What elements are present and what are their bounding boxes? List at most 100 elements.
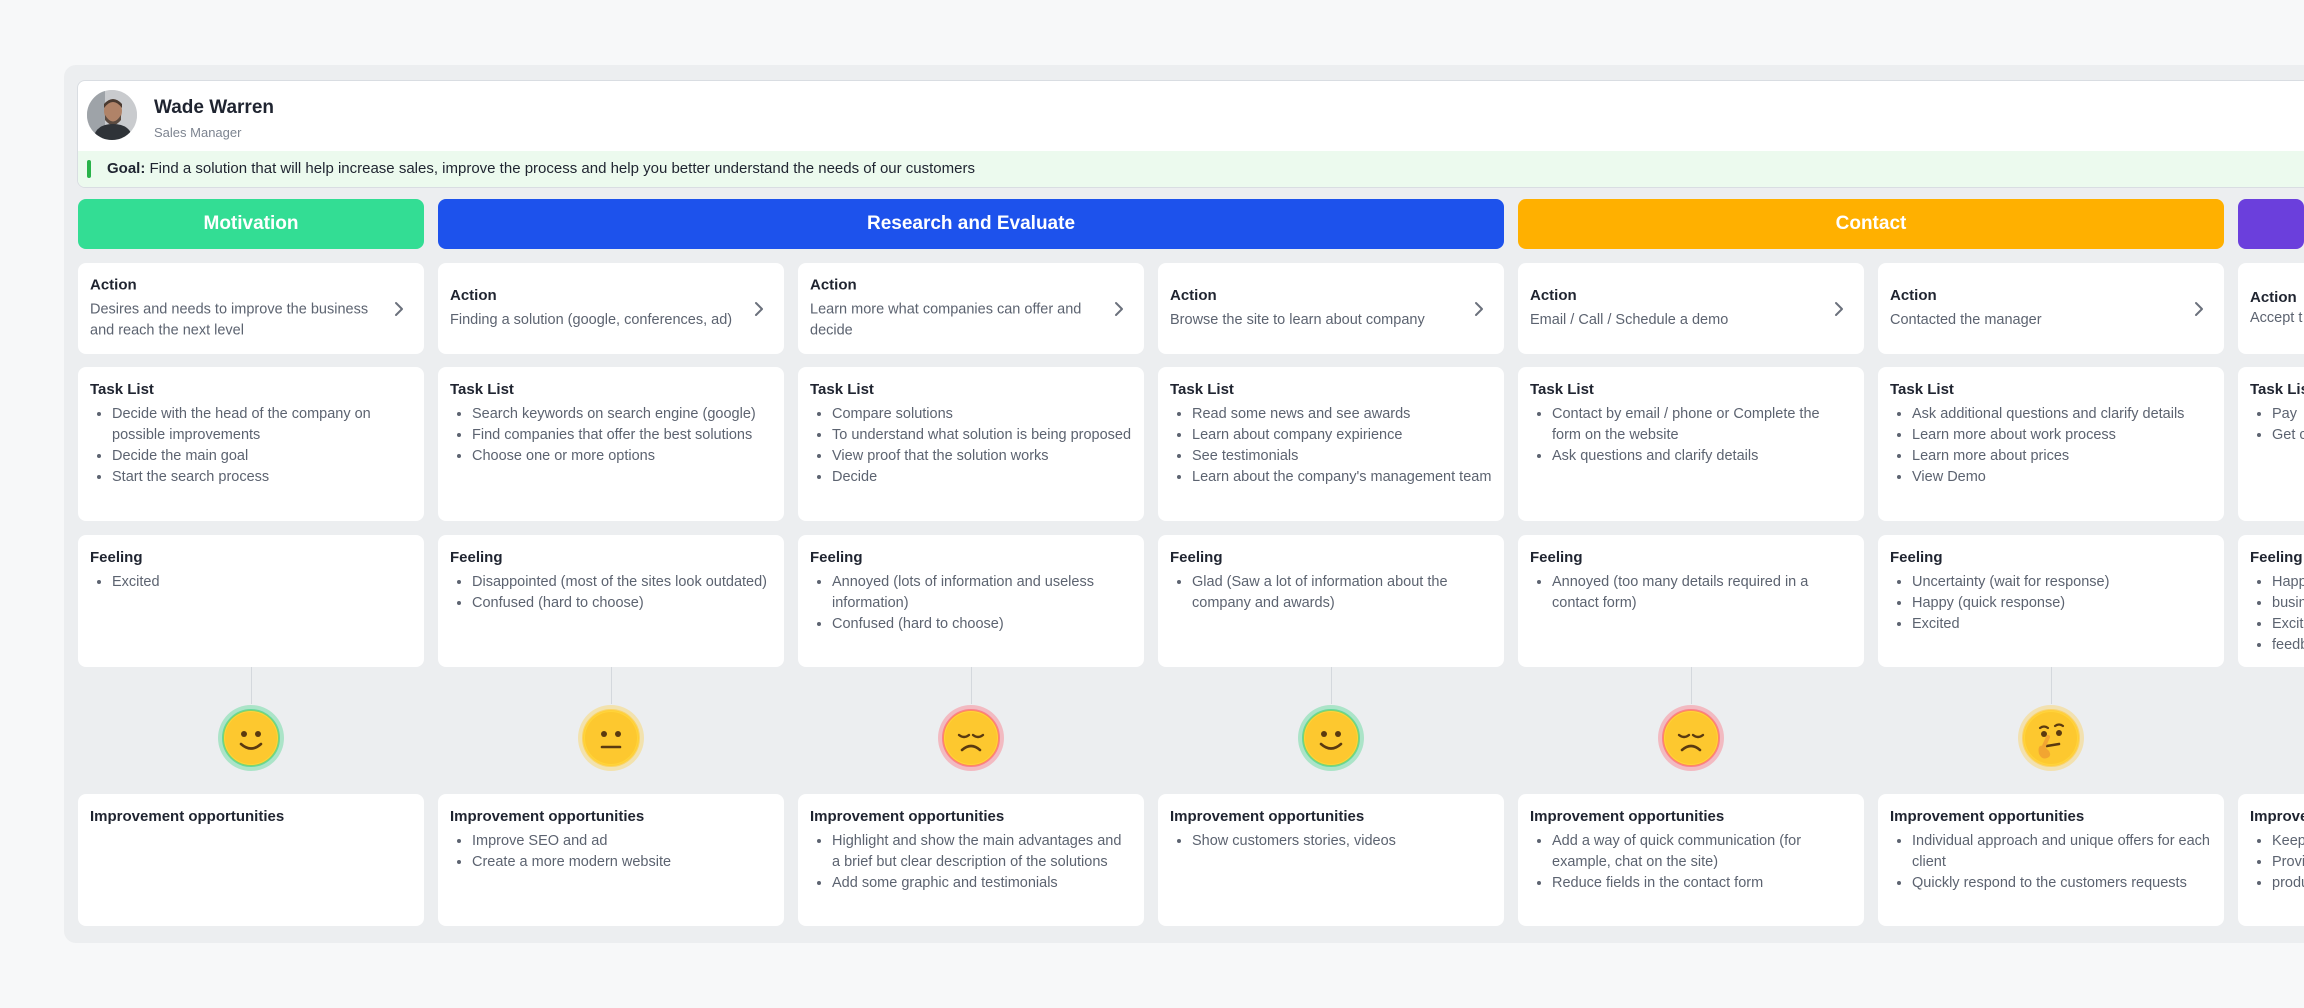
persona-name: Wade Warren — [154, 97, 275, 118]
action-card[interactable]: Action Finding a solution (google, confer… — [438, 263, 784, 354]
list-item: Ask questions and clarify details — [1552, 446, 1852, 467]
neutral-face-icon — [577, 704, 645, 772]
bullet-list: Compare solutionsTo understand what solu… — [810, 404, 1132, 488]
feeling-title: Feeling — [1530, 549, 1583, 566]
goal-text: Goal: Find a solution that will help inc… — [107, 160, 975, 177]
emotion-connector — [1691, 667, 1692, 704]
bullet-list: Decide with the head of the company on p… — [90, 404, 412, 488]
action-card[interactable]: Action Desires and needs to improve the b… — [78, 263, 424, 354]
improvement-card: Improvement opportunities Add a way of qu… — [1518, 794, 1864, 926]
sad-face-icon — [1657, 704, 1725, 772]
chevron-right-icon[interactable] — [390, 300, 408, 318]
list-item: Highlight and show the main advantages a… — [832, 831, 1132, 873]
task-list-title: Task List — [1170, 381, 1234, 398]
goal-description: Find a solution that will help increase … — [149, 160, 975, 177]
action-card[interactable]: Action Accept t — [2238, 263, 2304, 354]
improvement-title: Improve — [2250, 808, 2304, 825]
bullet-list: KeepProviprodu — [2250, 831, 2304, 894]
task-list-title: Task Lis — [2250, 381, 2304, 398]
stage-research-evaluate[interactable]: Research and Evaluate — [438, 199, 1504, 249]
persona-card: Wade Warren Sales Manager Goal: Find a s… — [77, 80, 2304, 188]
list-item: Ask additional questions and clarify det… — [1912, 404, 2212, 425]
bullet-list: Annoyed (lots of information and useless… — [810, 572, 1132, 635]
list-item: Reduce fields in the contact form — [1552, 873, 1852, 894]
action-description: Contacted the manager — [1890, 311, 2042, 328]
improvement-title: Improvement opportunities — [1170, 808, 1365, 825]
bullet-list: Disappointed (most of the sites look out… — [450, 572, 772, 614]
stage-next[interactable] — [2238, 199, 2304, 249]
list-item: Add some graphic and testimonials — [832, 873, 1132, 894]
list-item: See testimonials — [1192, 446, 1492, 467]
task-list-card: Task List Search keywords on search engin… — [438, 367, 784, 521]
bullet-list: Show customers stories, videos — [1170, 831, 1492, 852]
improvement-card: Improvement opportunities Improve SEO and… — [438, 794, 784, 926]
stage-contact[interactable]: Contact — [1518, 199, 2224, 249]
action-title: Action — [1530, 286, 1577, 304]
goal-accent — [87, 160, 91, 178]
action-card[interactable]: Action Email / Call / Schedule a demo — [1518, 263, 1864, 354]
list-item: To understand what solution is being pro… — [832, 425, 1132, 446]
list-item: Improve SEO and ad — [472, 831, 772, 852]
list-item: Search keywords on search engine (google… — [472, 404, 772, 425]
bullet-list: Contact by email / phone or Complete the… — [1530, 404, 1852, 467]
list-item: Confused (hard to choose) — [832, 614, 1132, 635]
action-description: Browse the site to learn about company — [1170, 311, 1425, 328]
bullet-list: Annoyed (too many details required in a … — [1530, 572, 1852, 614]
feeling-card: Feeling Glad (Saw a lot of information ab… — [1158, 535, 1504, 667]
list-item: Get c — [2272, 425, 2304, 446]
list-item: Uncertainty (wait for response) — [1912, 572, 2212, 593]
list-item: Annoyed (lots of information and useless… — [832, 572, 1132, 614]
task-list-title: Task List — [810, 381, 874, 398]
chevron-right-icon[interactable] — [1470, 300, 1488, 318]
stage-label: Motivation — [203, 213, 299, 234]
action-card[interactable]: Action Browse the site to learn about com… — [1158, 263, 1504, 354]
list-item: Excit — [2272, 614, 2303, 635]
list-item: Annoyed (too many details required in a … — [1552, 572, 1852, 614]
list-item: busin — [2272, 593, 2304, 614]
chevron-right-icon[interactable] — [2190, 300, 2208, 318]
emotion-connector — [1331, 667, 1332, 704]
feeling-card: Feeling HappbusinExcitfeedb — [2238, 535, 2304, 667]
feeling-title: Feeling — [2250, 549, 2303, 566]
task-list-card: Task Lis PayGet c — [2238, 367, 2304, 521]
action-card[interactable]: Action Learn more what companies can offe… — [798, 263, 1144, 354]
list-item: Add a way of quick communication (for ex… — [1552, 831, 1852, 873]
feeling-title: Feeling — [450, 549, 503, 566]
list-item: View Demo — [1912, 467, 2212, 488]
action-description: Finding a solution (google, conferences,… — [450, 311, 733, 328]
happy-face-icon — [217, 704, 285, 772]
list-item: Learn more about work process — [1912, 425, 2212, 446]
emotion-connector — [2051, 667, 2052, 704]
task-list-title: Task List — [1890, 381, 1954, 398]
thinking-face-icon — [2017, 704, 2085, 772]
action-title: Action — [810, 276, 857, 293]
list-item: Learn more about prices — [1912, 446, 2212, 467]
feeling-title: Feeling — [1890, 549, 1943, 566]
list-item: Contact by email / phone or Complete the… — [1552, 404, 1852, 446]
improvement-title: Improvement opportunities — [1890, 808, 2085, 825]
chevron-right-icon[interactable] — [750, 300, 768, 318]
feeling-title: Feeling — [810, 549, 863, 566]
emotion-connector — [251, 667, 252, 704]
improvement-title: Improvement opportunities — [90, 808, 285, 825]
chevron-right-icon[interactable] — [1110, 300, 1128, 318]
avatar[interactable] — [87, 90, 137, 140]
list-item: Compare solutions — [832, 404, 1132, 425]
list-item: Excited — [1912, 614, 2212, 635]
action-title: Action — [90, 276, 137, 293]
goal-bar: Goal: Find a solution that will help inc… — [78, 151, 2304, 187]
list-item: Create a more modern website — [472, 852, 772, 873]
action-card[interactable]: Action Contacted the manager — [1878, 263, 2224, 354]
task-list-card: Task List Contact by email / phone or Com… — [1518, 367, 1864, 521]
goal-label: Goal: — [107, 160, 146, 177]
stage-motivation[interactable]: Motivation — [78, 199, 424, 249]
chevron-right-icon[interactable] — [1830, 300, 1848, 318]
task-list-card: Task List Compare solutionsTo understand … — [798, 367, 1144, 521]
feeling-title: Feeling — [1170, 549, 1223, 566]
feeling-card: Feeling Disappointed (most of the sites l… — [438, 535, 784, 667]
list-item: Learn about company expirience — [1192, 425, 1492, 446]
bullet-list: PayGet c — [2250, 404, 2304, 446]
action-title: Action — [1170, 286, 1217, 304]
action-description: Learn more what companies can offer and … — [810, 301, 1082, 338]
action-title: Action — [1890, 286, 1937, 304]
